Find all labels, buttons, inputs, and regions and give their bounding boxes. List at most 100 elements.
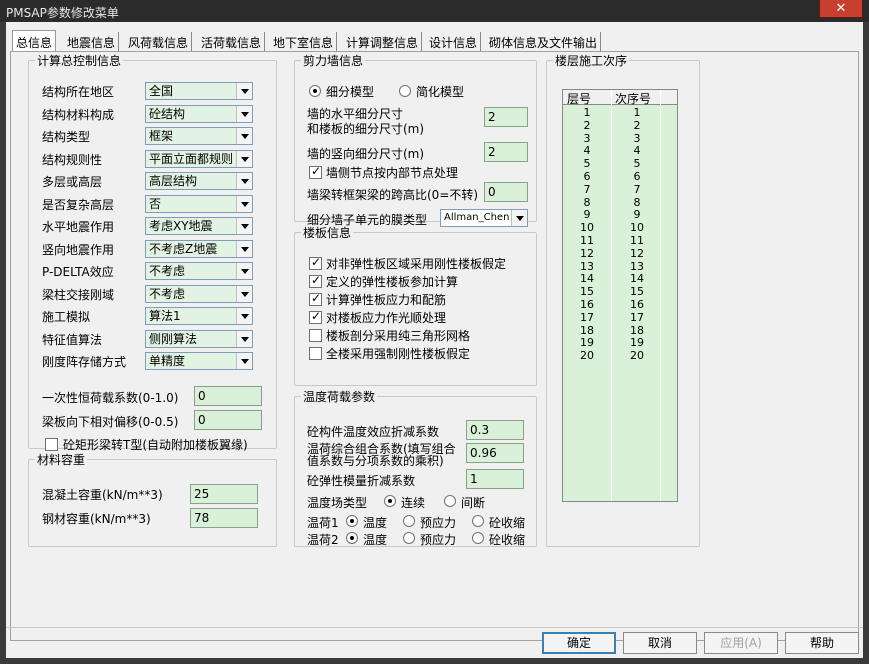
load2-shrink-radio[interactable]	[472, 532, 484, 544]
tab-masonry-output[interactable]: 砌体信息及文件输出	[486, 32, 602, 52]
order-number-cell: 20	[630, 349, 644, 363]
tbeam-checkbox[interactable]	[45, 438, 58, 451]
control-row-label: 是否复杂高层	[42, 197, 115, 212]
control-row-value: 砼结构	[149, 106, 186, 121]
load2-shrink-label: 砼收缩	[489, 533, 526, 547]
control-row-select[interactable]: 单精度	[145, 352, 253, 370]
slab-option-checkbox[interactable]	[309, 309, 322, 324]
tab-basement[interactable]: 地下室信息	[270, 32, 338, 52]
temp-reduction-field[interactable]: 0.3	[466, 420, 524, 440]
fine-model-label: 细分模型	[326, 85, 375, 99]
control-row-select[interactable]: 框架	[145, 127, 253, 145]
order-number-cell: 3	[633, 131, 641, 145]
control-row-select[interactable]: 侧刚算法	[145, 329, 253, 348]
slab-option-label: 定义的弹性楼板参加计算	[326, 275, 459, 289]
chevron-down-icon	[236, 308, 252, 324]
floor-number-cell: 13	[580, 259, 594, 273]
concrete-density-field[interactable]: 25	[190, 484, 258, 504]
slab-option-checkbox[interactable]	[309, 291, 322, 306]
order-number-cell: 10	[630, 221, 644, 235]
order-number-cell: 11	[630, 234, 644, 247]
load1-prestress-radio[interactable]	[403, 515, 415, 527]
span-ratio-field[interactable]: 0	[484, 182, 528, 202]
field-continuous-radio[interactable]	[384, 495, 396, 507]
ok-button[interactable]: 确定	[542, 632, 616, 654]
control-row-value: 高层结构	[149, 174, 198, 188]
control-row-label: 结构类型	[42, 130, 91, 144]
footer-divider	[6, 627, 863, 628]
load2-prestress-radio[interactable]	[403, 532, 415, 544]
control-row-select[interactable]: 考虑XY地震	[145, 217, 253, 235]
span-ratio-label: 墙梁转框架梁的跨高比(0=不转)	[307, 188, 479, 202]
load1-shrink-label: 砼收缩	[489, 516, 526, 530]
control-row-select[interactable]: 不考虑	[145, 284, 253, 303]
general-control-group: 计算总控制信息 结构所在地区 全国 结构材料构成 砼结构 结构类型 框架 结构规则性 平面立面…	[28, 52, 277, 452]
slab-option-checkbox[interactable]	[309, 347, 322, 360]
cancel-button[interactable]: 取消	[623, 632, 697, 654]
wall-v-size-field[interactable]: 2	[484, 142, 528, 162]
floor-number-cell: 5	[583, 157, 591, 171]
control-row-select[interactable]: 否	[145, 194, 253, 213]
load1-shrink-radio[interactable]	[472, 515, 484, 527]
apply-button[interactable]: 应用(A)	[704, 632, 778, 654]
control-row-label: 梁柱交接刚域	[42, 287, 115, 302]
wall-node-label: 墙侧节点按内部节点处理	[326, 166, 459, 180]
temp-modulus-label: 砼弹性模量折减系数	[307, 474, 416, 488]
temp-reduction-label: 砼构件温度效应折减系数	[307, 425, 440, 439]
slab-option-checkbox[interactable]	[309, 273, 322, 288]
order-number-cell: 4	[633, 144, 641, 158]
control-row-value: 侧刚算法	[149, 331, 198, 346]
floor-number-cell: 11	[580, 234, 594, 247]
temp-combo-field[interactable]: 0.96	[466, 443, 524, 463]
floor-number-cell: 1	[583, 106, 591, 119]
construction-order-table[interactable]: 层号 次序号 1 1 2 2 3 3 4 4 5 5 6 6 7 7 8 8 9 9 10 10 11 11 12 12 13 1…	[562, 89, 678, 502]
control-row-select[interactable]: 砼结构	[145, 104, 253, 123]
steel-density-field[interactable]: 78	[190, 508, 258, 528]
control-row-select[interactable]: 不考虑Z地震	[145, 239, 253, 258]
floor-number-cell: 20	[580, 349, 594, 363]
control-row-select[interactable]: 全国	[145, 82, 253, 100]
slab-option-checkbox[interactable]	[309, 329, 322, 342]
slab-group: 楼板信息 对非弹性板区域采用刚性楼板假定定义的弹性楼板参加计算计算弹性板应力和配…	[294, 224, 537, 386]
help-button[interactable]: 帮助	[785, 632, 859, 654]
wall-node-checkbox[interactable]	[309, 164, 322, 179]
beam-offset-field[interactable]: 0	[194, 410, 262, 430]
load1-temp-radio[interactable]	[346, 515, 358, 527]
order-column-header: 次序号	[615, 92, 652, 106]
order-number-cell: 7	[633, 182, 641, 196]
simple-model-radio[interactable]	[399, 85, 411, 97]
floor-number-cell: 17	[580, 310, 594, 324]
tab-general[interactable]: 总信息	[12, 30, 57, 53]
tab-seismic[interactable]: 地震信息	[64, 32, 120, 52]
fine-model-radio[interactable]	[309, 85, 321, 97]
slab-option-checkbox[interactable]	[309, 255, 322, 270]
beam-offset-label: 梁板向下相对偏移(0-0.5)	[42, 415, 179, 429]
tab-wind[interactable]: 风荷载信息	[125, 32, 193, 52]
slab-option-label: 全楼采用强制刚性楼板假定	[326, 347, 471, 361]
close-button[interactable]: ✕	[819, 0, 863, 18]
field-discontinuous-radio[interactable]	[444, 495, 456, 507]
control-row-select[interactable]: 不考虑	[145, 262, 253, 280]
tab-design[interactable]: 设计信息	[426, 32, 482, 52]
load2-temp-radio[interactable]	[346, 532, 358, 544]
control-row-value: 算法1	[149, 309, 181, 323]
tab-live-load[interactable]: 活荷载信息	[198, 32, 266, 52]
dead-load-factor-field[interactable]: 0	[194, 386, 262, 406]
load1-prestress-label: 预应力	[420, 516, 457, 530]
floor-column-header: 层号	[567, 92, 592, 106]
control-row-label: 施工模拟	[42, 310, 91, 324]
field-discontinuous-label: 间断	[461, 496, 486, 510]
wall-h-size-field[interactable]: 2	[484, 107, 528, 127]
floor-number-cell: 9	[583, 208, 591, 222]
chevron-down-icon	[236, 240, 252, 257]
control-row-select[interactable]: 平面立面都规则	[145, 149, 253, 168]
chevron-down-icon	[236, 353, 252, 369]
temp-modulus-field[interactable]: 1	[466, 469, 524, 489]
order-number-cell: 18	[630, 323, 644, 337]
control-row-select[interactable]: 高层结构	[145, 172, 253, 190]
tab-calc-adjust[interactable]: 计算调整信息	[343, 32, 423, 52]
table-row[interactable]: 20 20	[563, 349, 677, 363]
control-row-select[interactable]: 算法1	[145, 307, 253, 325]
order-number-cell: 2	[633, 118, 641, 132]
order-number-cell: 15	[630, 285, 644, 299]
